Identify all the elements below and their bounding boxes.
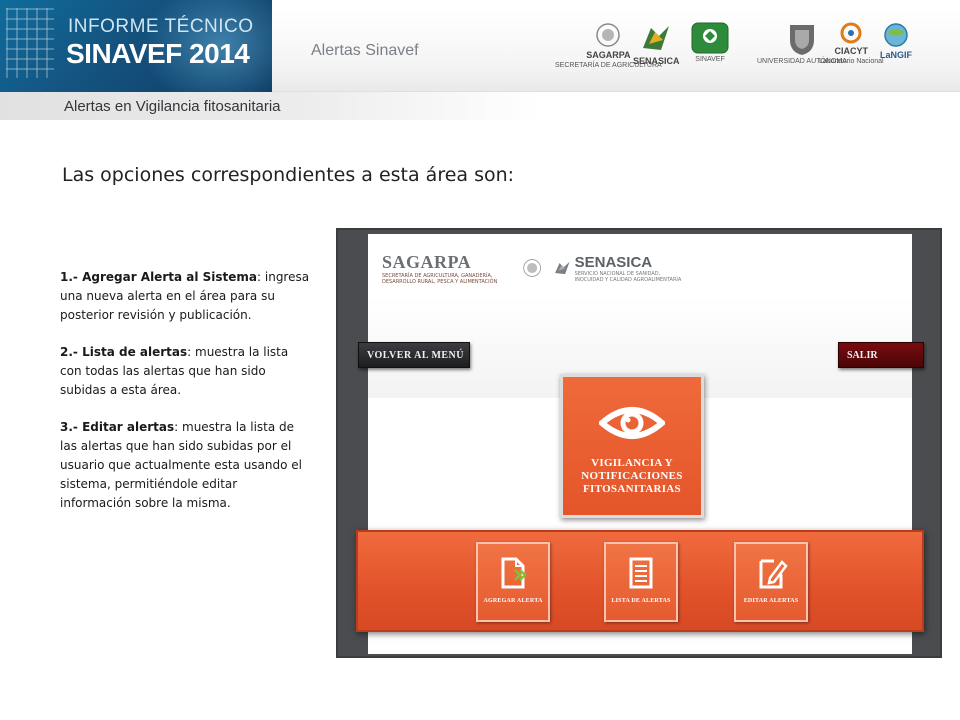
option-item: 3.- Editar alertas: muestra la lista de … bbox=[60, 418, 312, 513]
senasica-icon bbox=[643, 26, 670, 50]
surveillance-tile-label: VIGILANCIA Y NOTIFICACIONES FITOSANITARI… bbox=[581, 457, 683, 495]
university-shield-icon bbox=[789, 25, 814, 55]
banner-grid-pattern bbox=[6, 8, 54, 78]
banner-brand: SINAVEF 2014 bbox=[66, 38, 250, 69]
app-logo-sagarpa-caption: SECRETARÍA DE AGRICULTURA, GANADERÍA, DE… bbox=[382, 272, 498, 285]
partner-logos: SAGARPA SECRETARÍA DE AGRICULTURA SENASI… bbox=[555, 22, 955, 92]
page-title: Las opciones correspondientes a esta áre… bbox=[62, 164, 515, 186]
page-subtitle: Alertas en Vigilancia fitosanitaria bbox=[64, 98, 281, 115]
surveillance-tile[interactable]: VIGILANCIA Y NOTIFICACIONES FITOSANITARI… bbox=[560, 374, 704, 518]
banner-kicker: INFORME TÉCNICO bbox=[68, 16, 254, 37]
sinavef-icon bbox=[691, 22, 729, 54]
add-alert-tile[interactable]: AGREGAR ALERTA bbox=[476, 542, 550, 622]
app-logo-senasica: SENASICA SERVICIO NACIONAL DE SANIDAD, I… bbox=[554, 254, 682, 283]
logo-sinavef: SINAVEF bbox=[691, 22, 729, 63]
app-header-logos: SAGARPA SECRETARÍA DE AGRICULTURA, GANAD… bbox=[382, 244, 682, 292]
logo-sinavef-label: SINAVEF bbox=[695, 56, 725, 63]
actions-bar: AGREGAR ALERTA LISTA DE ALERTAS EDITAR A… bbox=[356, 530, 924, 632]
app-screenshot: SAGARPA SECRETARÍA DE AGRICULTURA, GANAD… bbox=[336, 228, 942, 658]
exit-button[interactable]: SALIR bbox=[838, 342, 924, 368]
section-title: Alertas Sinavef bbox=[311, 42, 419, 59]
app-logo-senasica-caption: SERVICIO NACIONAL DE SANIDAD, INOCUIDAD … bbox=[574, 270, 682, 283]
logo-ciacyt-label: CIACYT bbox=[834, 46, 869, 56]
options-list: 1.- Agregar Alerta al Sistema: ingresa u… bbox=[60, 268, 312, 531]
logo-senasica-label: SENASICA bbox=[633, 56, 680, 66]
option-title: 3.- Editar alertas bbox=[60, 420, 175, 434]
ciacyt-icon bbox=[840, 22, 862, 44]
app-logo-sagarpa: SAGARPA SECRETARÍA DE AGRICULTURA, GANAD… bbox=[382, 252, 510, 285]
senasica-icon bbox=[555, 261, 570, 275]
add-document-icon bbox=[501, 557, 527, 589]
logo-ciacyt: CIACYT Laboratorio Nacional bbox=[819, 22, 884, 65]
add-alert-label: AGREGAR ALERTA bbox=[483, 598, 543, 604]
logo-senasica: SENASICA bbox=[633, 22, 680, 66]
eye-icon bbox=[599, 407, 665, 439]
alert-list-label: LISTA DE ALERTAS bbox=[611, 598, 671, 604]
list-document-icon bbox=[629, 557, 653, 589]
app-logo-sagarpa-label: SAGARPA bbox=[382, 251, 472, 272]
eagle-seal-icon bbox=[523, 259, 541, 277]
langif-globe-icon bbox=[884, 23, 908, 47]
logo-langif: LaNGIF bbox=[879, 22, 913, 60]
option-title: 1.- Agregar Alerta al Sistema bbox=[60, 270, 258, 284]
edit-document-icon bbox=[759, 559, 788, 589]
edit-alerts-label: EDITAR ALERTAS bbox=[743, 598, 799, 604]
app-logo-senasica-label: SENASICA bbox=[574, 253, 653, 271]
logo-langif-label: LaNGIF bbox=[879, 50, 912, 60]
option-item: 2.- Lista de alertas: muestra la lista c… bbox=[60, 343, 312, 400]
option-title: 2.- Lista de alertas bbox=[60, 345, 188, 359]
header-banner: INFORME TÉCNICO SINAVEF 2014 bbox=[0, 0, 272, 92]
logo-sagarpa-label: SAGARPA bbox=[586, 50, 631, 60]
edit-alerts-tile[interactable]: EDITAR ALERTAS bbox=[734, 542, 808, 622]
eagle-seal-icon bbox=[596, 23, 621, 47]
back-to-menu-button[interactable]: VOLVER AL MENÚ bbox=[358, 342, 470, 368]
option-item: 1.- Agregar Alerta al Sistema: ingresa u… bbox=[60, 268, 312, 325]
alert-list-tile[interactable]: LISTA DE ALERTAS bbox=[604, 542, 678, 622]
logo-ciacyt-caption: Laboratorio Nacional bbox=[819, 58, 884, 65]
